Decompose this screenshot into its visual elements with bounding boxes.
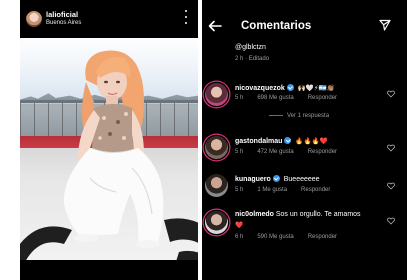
comment-username[interactable]: gastondalmau xyxy=(235,138,282,145)
avatar[interactable] xyxy=(26,11,42,27)
post-header: lalioficial Buenos Aires xyxy=(20,0,198,38)
verified-badge-icon xyxy=(286,84,294,91)
avatar[interactable] xyxy=(205,83,228,106)
comment-text-wrap: ❤️ xyxy=(235,221,243,229)
comment-username[interactable]: nic0olmedo xyxy=(235,211,274,218)
comment-likes[interactable]: 590 Me gusta xyxy=(257,234,293,240)
heart-icon[interactable] xyxy=(387,182,395,190)
comment-emojis: 🔥🔥🔥❤️ xyxy=(295,138,328,145)
verified-badge-icon xyxy=(284,137,292,144)
post-photo[interactable] xyxy=(20,38,198,260)
comments-title: Comentarios xyxy=(241,20,312,32)
comment-body: Sos un orgullo. Te amamos xyxy=(275,211,361,218)
heart-icon[interactable] xyxy=(387,144,395,152)
comment-time: 5 h xyxy=(235,149,244,155)
comment-username[interactable]: nicovazquezok xyxy=(235,85,285,92)
reply-button[interactable]: Responder xyxy=(301,187,330,193)
comment-meta: 5 h 472 Me gusta Responder xyxy=(235,149,351,155)
comment-time: 5 h xyxy=(235,95,244,101)
comment-meta: 5 h 1 Me gusta Responder xyxy=(235,187,344,193)
op-comment-text[interactable]: @glblctzn xyxy=(235,44,266,51)
comment-emojis: 🙌🏻🤍⚡🇦🇷👏🏽 xyxy=(297,85,335,92)
op-comment-meta: 2 h · Editado xyxy=(235,56,269,62)
more-options-icon[interactable] xyxy=(184,10,188,24)
comment-item: nic0olmedo Sos un orgullo. Te amamos ❤️ … xyxy=(202,208,407,248)
heart-icon[interactable] xyxy=(387,90,395,98)
op-comment-separator: · xyxy=(245,56,248,62)
comment-meta: 5 h 698 Me gusta Responder xyxy=(235,95,351,101)
reply-button[interactable]: Responder xyxy=(308,234,337,240)
verified-badge-icon xyxy=(272,175,280,182)
view-replies-link[interactable]: Ver 1 respuesta xyxy=(269,113,329,119)
avatar[interactable] xyxy=(205,174,228,197)
avatar[interactable] xyxy=(205,136,228,159)
comment-time: 6 h xyxy=(235,234,244,240)
comment-text: kunaguero Bueeeeeee xyxy=(235,174,320,183)
comment-time: 5 h xyxy=(235,187,244,193)
reply-button[interactable]: Responder xyxy=(308,149,337,155)
comment-likes[interactable]: 472 Me gusta xyxy=(257,149,293,155)
send-icon[interactable] xyxy=(379,19,391,31)
comments-panel: Comentarios @glblctzn 2 h · Editado nico… xyxy=(202,0,407,280)
comment-emojis: ❤️ xyxy=(235,222,244,229)
comment-meta: 6 h 590 Me gusta Responder xyxy=(235,234,351,240)
comment-username[interactable]: kunaguero xyxy=(235,176,271,183)
reply-button[interactable]: Responder xyxy=(308,95,337,101)
comments-header: Comentarios xyxy=(202,0,407,40)
back-arrow-icon[interactable] xyxy=(208,20,222,32)
instagram-post: lalioficial Buenos Aires xyxy=(20,0,198,280)
op-comment-time: 2 h xyxy=(235,56,244,62)
heart-icon[interactable] xyxy=(387,217,395,225)
op-comment-edited: Editado xyxy=(248,56,270,62)
comment-text: nic0olmedo Sos un orgullo. Te amamos xyxy=(235,211,361,218)
comment-likes[interactable]: 1 Me gusta xyxy=(257,187,287,193)
person-figure xyxy=(63,50,164,248)
comment-text: gastondalmau 🔥🔥🔥❤️ xyxy=(235,136,328,145)
post-username[interactable]: lalioficial xyxy=(46,10,78,19)
comment-likes[interactable]: 698 Me gusta xyxy=(257,95,293,101)
comment-body: Bueeeeeee xyxy=(283,176,320,183)
comment-text: nicovazquezok 🙌🏻🤍⚡🇦🇷👏🏽 xyxy=(235,83,335,92)
comment-item: gastondalmau 🔥🔥🔥❤️ 5 h 472 Me gusta Respon… xyxy=(202,134,407,174)
post-location[interactable]: Buenos Aires xyxy=(46,20,81,26)
avatar[interactable] xyxy=(205,211,228,234)
comment-item: kunaguero Bueeeeeee 5 h 1 Me gusta Respond… xyxy=(202,172,407,212)
